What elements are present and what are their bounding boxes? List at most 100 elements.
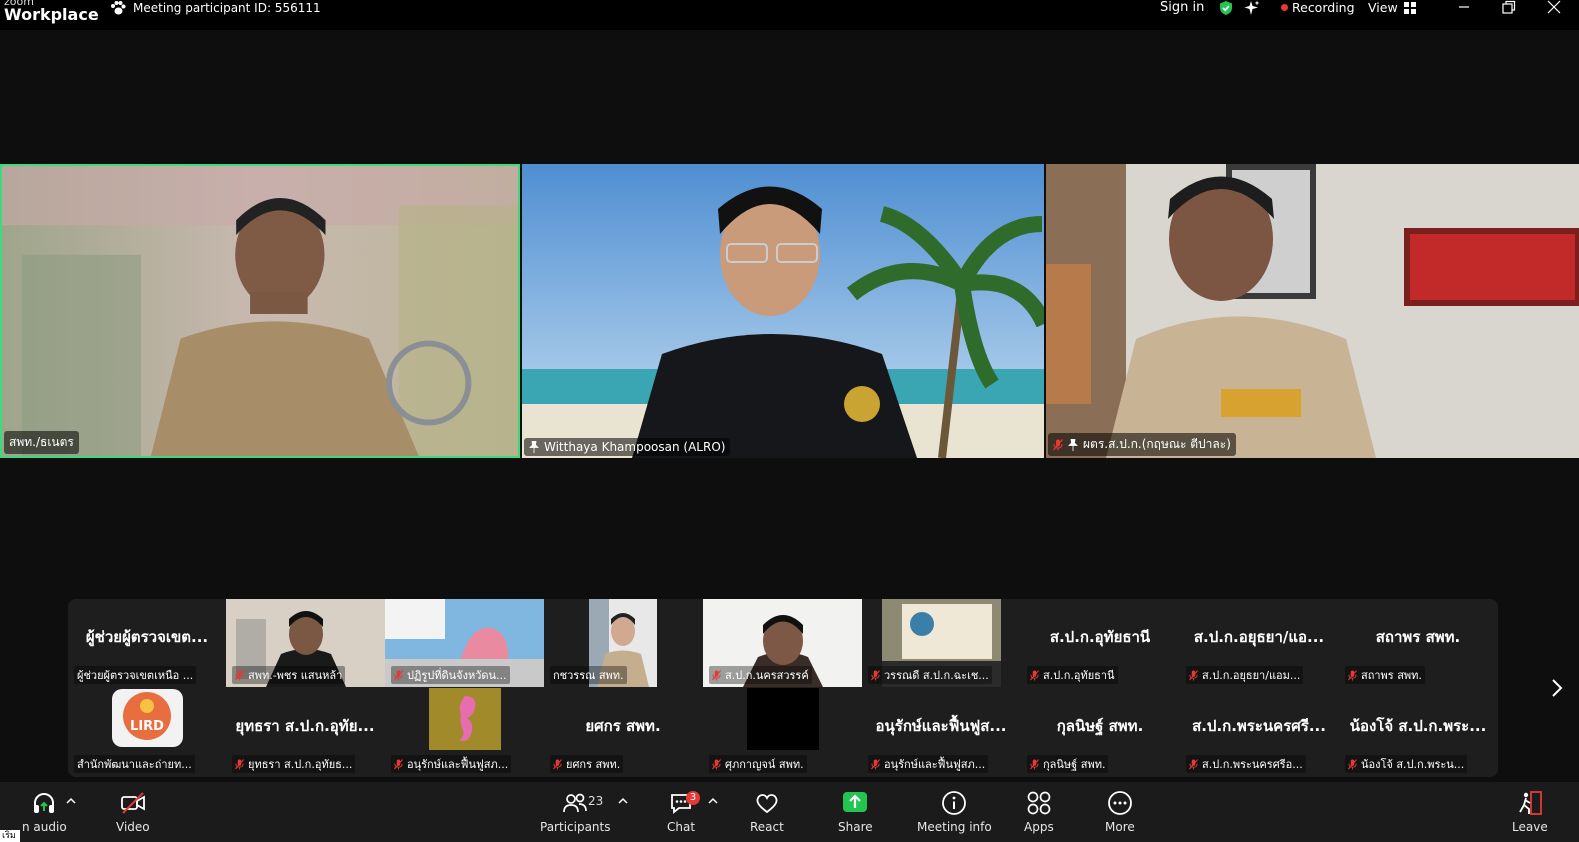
participants-label: Participants [540,820,611,834]
gallery-tile[interactable]: ส.ป.ก.อยุธยา/แอ... ส.ป.ก.อยุธยา/แอม... [1180,599,1338,687]
meeting-id[interactable]: Meeting participant ID: 556111 [110,0,321,16]
caption-text: ศุภกาญจน์ สพท. [725,758,804,771]
taskbar-start-fragment[interactable]: เริ่ม [0,830,20,842]
logo-text: LIRD [130,719,164,734]
meeting-info-button[interactable]: Meeting info [917,790,992,834]
participant-caption: อนุรักษ์และฟื้นฟูสภ... [391,755,512,773]
gallery-tile[interactable]: กุลนิษฐ์ สพท. กุลนิษฐ์ สพท. [1021,688,1179,776]
video-feed [1046,164,1579,458]
share-label: Share [838,820,873,834]
recording-indicator[interactable]: Recording [1281,0,1355,15]
mic-muted-icon [871,758,880,769]
chat-label: Chat [667,820,696,834]
participant-display-name: น้องโจ้ ส.ป.ก.พระ... [1349,717,1487,735]
participants-icon [563,793,588,813]
participant-name: ผตร.ส.ป.ก.(กฤษณะ ตีปาละ) [1083,437,1231,451]
join-audio-button[interactable]: n audio [22,790,67,834]
gallery-tile[interactable]: ยศกร สพท. ยศกร สพท. [544,688,702,776]
gallery-tile[interactable]: ส.ป.ก.พระนครศรี... ส.ป.ก.พระนครศรีอ... [1180,688,1338,776]
more-button[interactable]: More [1105,790,1135,834]
participant-display-name: ยศกร สพท. [585,717,661,735]
caption-text: กชวรรณ สพท. [553,669,624,682]
mic-muted-icon [1348,758,1357,769]
gallery-tile[interactable]: ส.ป.ก.นครสวรรค์ [703,599,862,687]
close-icon[interactable] [1545,0,1565,16]
caption-text: ส.ป.ก.พระนครศรีอ... [1202,758,1303,771]
gallery-tile[interactable]: อนุรักษ์และฟื้นฟูสภ... [385,688,543,776]
mic-muted-icon [1348,669,1357,680]
heart-icon [756,794,778,814]
restore-icon[interactable] [1500,0,1520,16]
gallery-tile[interactable]: ศุภกาญจน์ สพท. [703,688,861,776]
gallery-tile[interactable]: ส.ป.ก.อุทัยธานี ส.ป.ก.อุทัยธานี [1021,599,1179,687]
gallery-tile[interactable]: สถาพร สพท. สถาพร สพท. [1339,599,1497,687]
share-screen-icon [843,792,868,812]
minimize-icon[interactable] [1455,0,1475,16]
shield-check-icon[interactable] [1218,0,1234,16]
react-label: React [750,820,784,834]
participant-caption: ส.ป.ก.พระนครศรีอ... [1186,755,1306,773]
paw-icon [111,1,126,15]
leave-button[interactable]: Leave [1512,790,1548,834]
participant-display-name: อนุรักษ์และฟื้นฟูส... [875,717,1007,735]
view-button[interactable]: View [1368,0,1416,15]
meeting-toolbar: n audio Video Participants 23 Chat 3 Rea… [0,782,1579,842]
caption-text: วรรณดี ส.ป.ก.ฉะเช... [884,669,989,682]
gallery-tile[interactable]: อนุรักษ์และฟื้นฟูส... อนุรักษ์และฟื้นฟูส… [862,688,1020,776]
gallery-tile[interactable]: ผู้ช่วยผู้ตรวจเขต... ผู้ช่วยผู้ตรวจเขตเห… [68,599,226,687]
gallery-tile[interactable]: น้องโจ้ ส.ป.ก.พระ... น้องโจ้ ส.ป.ก.พระน.… [1339,688,1497,776]
chevron-up-icon[interactable] [618,796,628,806]
participant-display-name: ผู้ช่วยผู้ตรวจเขต... [85,628,209,646]
video-tile-1[interactable]: สพท./ธเนตร [0,164,520,458]
view-label: View [1368,0,1398,15]
gallery-tile[interactable]: กชวรรณ สพท. [544,599,702,687]
caption-text: สำนักพัฒนาและถ่ายท... [77,758,192,771]
chevron-up-icon[interactable] [708,796,718,806]
participant-caption: วรรณดี ส.ป.ก.ฉะเช... [868,666,992,684]
chevron-up-icon[interactable] [66,796,76,806]
participant-display-name: ส.ป.ก.อยุธยา/แอ... [1193,628,1325,646]
video-off-icon [120,792,145,814]
title-bar: zoom Workplace Meeting participant ID: 5… [0,0,1579,30]
mic-muted-icon [235,669,244,680]
participant-caption: อนุรักษ์และฟื้นฟูสภ... [868,755,989,773]
share-button[interactable]: Share [838,790,873,834]
gallery-tile[interactable]: ปฏิรูปที่ดินจังหวัดน... [385,599,544,687]
video-tile-3[interactable]: ผตร.ส.ป.ก.(กฤษณะ ตีปาละ) [1046,164,1579,458]
mic-muted-icon [1189,758,1198,769]
gallery-strip: ผู้ช่วยผู้ตรวจเขต... ผู้ช่วยผู้ตรวจเขตเห… [68,599,1498,777]
caption-text: สถาพร สพท. [1361,669,1422,682]
sparkle-icon[interactable] [1244,0,1260,16]
gallery-tile[interactable]: ยุทธรา ส.ป.ก.อุทัย... ยุทธรา ส.ป.ก.อุทัย… [226,688,384,776]
video-label: Video [116,820,150,834]
participant-caption: ยุทธรา ส.ป.ก.อุทัยธ... [232,755,356,773]
gallery-tile[interactable]: สพท.-พชร แสนหล้า [226,599,385,687]
caption-text: ยศกร สพท. [566,758,621,771]
chevron-right-icon[interactable] [1550,678,1564,698]
participant-caption: สำนักพัฒนาและถ่ายท... [74,755,195,773]
pin-icon [529,441,539,453]
video-button[interactable]: Video [116,790,150,834]
mic-muted-icon [394,758,403,769]
seahorse-avatar-icon [429,688,501,750]
caption-text: ส.ป.ก.อยุธยา/แอม... [1202,669,1301,682]
participant-caption: ส.ป.ก.อุทัยธานี [1027,666,1118,684]
participant-caption: กชวรรณ สพท. [550,666,627,684]
gallery-tile[interactable]: LIRD สำนักพัฒนาและถ่ายท... [68,688,226,776]
leave-icon [1519,791,1542,815]
gallery-tile[interactable]: วรรณดี ส.ป.ก.ฉะเช... [862,599,1020,687]
video-tile-2[interactable]: Witthaya Khampoosan (ALRO) [522,164,1044,458]
mic-muted-icon [1189,669,1198,680]
mic-muted-icon [394,669,403,680]
react-button[interactable]: React [750,790,784,834]
apps-button[interactable]: Apps [1024,790,1054,834]
caption-text: ส.ป.ก.นครสวรรค์ [725,669,809,682]
chat-unread-badge: 3 [686,791,700,805]
participant-name: สพท./ธเนตร [9,435,74,449]
lird-logo-icon: LIRD [112,689,183,747]
participant-caption: กุลนิษฐ์ สพท. [1027,755,1109,773]
more-label: More [1105,820,1135,834]
video-feed [522,164,1044,458]
mic-muted-icon [553,758,562,769]
sign-in-link[interactable]: Sign in [1160,0,1204,15]
